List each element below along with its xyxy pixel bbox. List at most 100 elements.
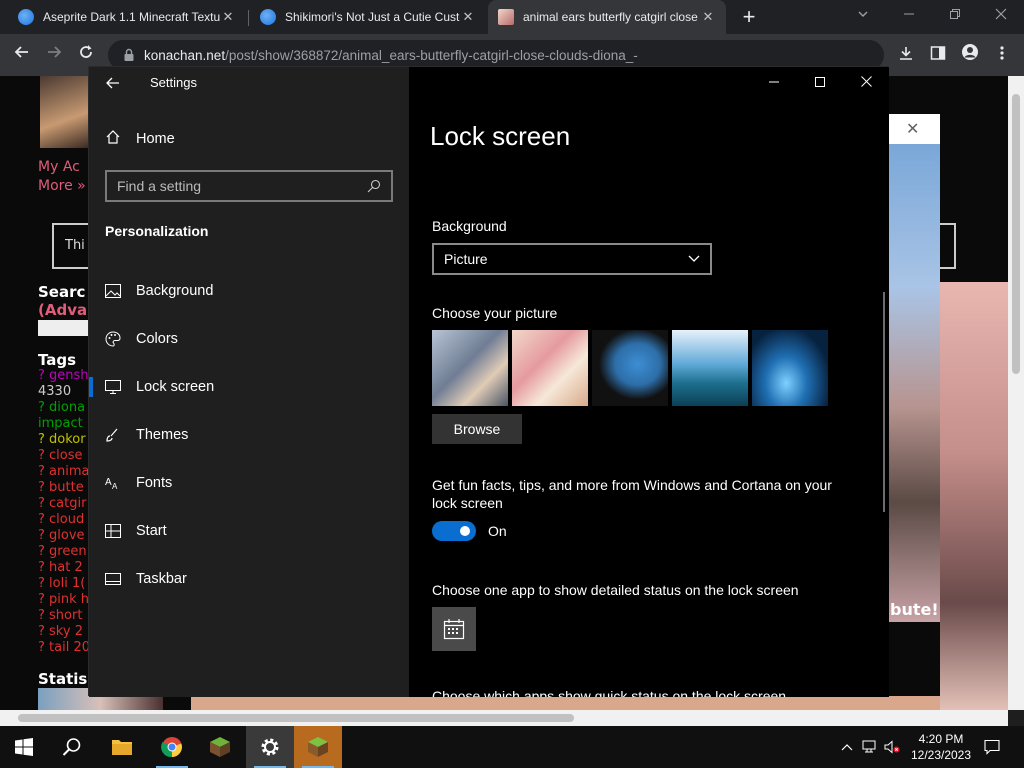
tag-link[interactable]: ? cloud [38, 512, 84, 527]
download-icon[interactable] [893, 42, 919, 68]
tag-link[interactable]: ? green [38, 544, 87, 559]
close-tab-icon[interactable]: ✕ [700, 9, 716, 25]
side-panel-icon[interactable] [925, 42, 951, 68]
taskbar-clock[interactable]: 4:20 PM 12/23/2023 [898, 731, 984, 763]
restore-browser-icon[interactable] [932, 0, 978, 34]
tag-link[interactable]: ? dokor [38, 432, 86, 447]
nav-item-taskbar[interactable]: Taskbar [89, 557, 409, 601]
globe-icon [260, 9, 276, 25]
minecraft-launcher-button[interactable] [196, 726, 244, 768]
background-dropdown[interactable]: Picture [432, 243, 712, 275]
nav-item-colors[interactable]: Colors [89, 317, 409, 361]
vertical-scroll-thumb[interactable] [1012, 94, 1020, 374]
reload-icon[interactable] [73, 42, 99, 68]
fun-facts-label: Get fun facts, tips, and more from Windo… [432, 477, 832, 511]
file-explorer-button[interactable] [98, 726, 146, 768]
tag-link[interactable]: ? tail 20 [38, 640, 90, 655]
browse-button[interactable]: Browse [432, 414, 522, 444]
grass-block-icon [308, 737, 328, 757]
close-tab-icon[interactable]: ✕ [460, 9, 476, 25]
chevron-down-icon [688, 255, 700, 262]
taskbar-search-button[interactable] [48, 726, 96, 768]
find-setting-input[interactable] [117, 178, 367, 194]
page-vertical-scrollbar[interactable] [1008, 76, 1024, 710]
tag-link[interactable]: ? hat 2 [38, 560, 83, 575]
page-title: Lock screen [430, 121, 571, 151]
detailed-status-app-button[interactable] [432, 607, 476, 651]
minimize-window-icon[interactable] [751, 67, 797, 97]
tag-link[interactable]: ? pink h [38, 592, 89, 607]
tag-link[interactable]: 4330 [38, 384, 71, 399]
nav-item-start[interactable]: Start [89, 509, 409, 553]
webpage-search-box[interactable] [38, 320, 88, 336]
picture-thumbnail[interactable] [432, 330, 508, 406]
tag-link[interactable]: ? catgir [38, 496, 86, 511]
maximize-window-icon[interactable] [797, 67, 843, 97]
minimize-browser-icon[interactable] [886, 0, 932, 34]
new-tab-button[interactable]: + [736, 4, 762, 30]
back-arrow-icon [106, 77, 119, 89]
tag-link[interactable]: ? glove [38, 528, 85, 543]
close-tab-icon[interactable]: ✕ [220, 9, 236, 25]
my-account-link[interactable]: My Ac [38, 159, 80, 175]
network-button[interactable] [860, 726, 880, 768]
picture-thumbnail[interactable] [592, 330, 668, 406]
tags-heading: Tags [38, 351, 77, 369]
popup-close-icon[interactable]: ✕ [906, 119, 919, 139]
advanced-search-link[interactable]: (Adva [38, 301, 87, 319]
profile-avatar-icon[interactable] [957, 42, 983, 68]
chrome-icon [161, 737, 182, 758]
home-nav-item[interactable]: Home [105, 129, 175, 149]
globe-icon [18, 9, 34, 25]
picture-thumbnail[interactable] [672, 330, 748, 406]
statistics-heading: Statis [38, 670, 88, 688]
nav-item-label: Start [136, 523, 167, 539]
find-setting-search[interactable] [105, 170, 393, 202]
fun-facts-toggle[interactable] [432, 521, 476, 541]
chevron-up-icon [841, 744, 853, 751]
action-center-button[interactable] [980, 726, 1004, 768]
url-path: /post/show/368872/animal_ears-butterfly-… [225, 47, 638, 63]
settings-scrollbar[interactable] [883, 292, 885, 512]
settings-taskbar-button[interactable] [246, 726, 294, 768]
back-button[interactable] [105, 75, 125, 95]
tag-link[interactable]: impact [38, 416, 83, 431]
browser-tab-aseprite[interactable]: Aseprite Dark 1.1 Minecraft Texture Pack… [8, 0, 246, 34]
nav-item-fonts[interactable]: AA Fonts [89, 461, 409, 505]
tag-link[interactable]: ? diona [38, 400, 85, 415]
tag-link[interactable]: ? sky 2 [38, 624, 83, 639]
nav-item-themes[interactable]: Themes [89, 413, 409, 457]
tag-link[interactable]: ? butte [38, 480, 84, 495]
back-arrow-icon[interactable] [9, 42, 35, 68]
browser-tab-shikimori[interactable]: Shikimori's Not Just a Cutie Custom ✕ [250, 0, 486, 34]
page-horizontal-scrollbar[interactable] [0, 710, 1008, 726]
minecraft-block-icon [210, 737, 230, 757]
browser-tab-konachan-active[interactable]: animal ears butterfly catgirl close ✕ [488, 0, 726, 34]
windows-start-button[interactable] [0, 726, 48, 768]
tag-link[interactable]: ? short [38, 608, 82, 623]
tag-link[interactable]: ? gensh [38, 368, 89, 383]
show-hidden-icons-button[interactable] [838, 726, 856, 768]
personalization-heading: Personalization [105, 223, 209, 239]
horizontal-scroll-thumb[interactable] [18, 714, 574, 722]
more-link[interactable]: More » [38, 178, 86, 194]
minecraft-taskbar-button[interactable] [294, 726, 342, 768]
chrome-taskbar-button[interactable] [148, 726, 196, 768]
tab-search-icon[interactable] [840, 0, 886, 34]
nav-item-label: Taskbar [136, 571, 187, 587]
picture-thumbnail[interactable] [752, 330, 828, 406]
tag-link[interactable]: ? close [38, 448, 83, 463]
nav-item-background[interactable]: Background [89, 269, 409, 313]
nav-item-lock-screen[interactable]: Lock screen [89, 365, 409, 409]
browser-menu-icon[interactable] [989, 42, 1015, 68]
toggle-knob [460, 526, 470, 536]
tag-link[interactable]: ? loli 1( [38, 576, 85, 591]
close-browser-icon[interactable] [978, 0, 1024, 34]
search-icon [62, 738, 81, 756]
close-window-icon[interactable] [843, 67, 889, 97]
quick-status-label: Choose which apps show quick status on t… [432, 688, 787, 697]
forward-arrow-icon[interactable] [41, 42, 67, 68]
tag-link[interactable]: ? anima [38, 464, 89, 479]
browser-tab-bar: Aseprite Dark 1.1 Minecraft Texture Pack… [0, 0, 1024, 34]
picture-thumbnail[interactable] [512, 330, 588, 406]
